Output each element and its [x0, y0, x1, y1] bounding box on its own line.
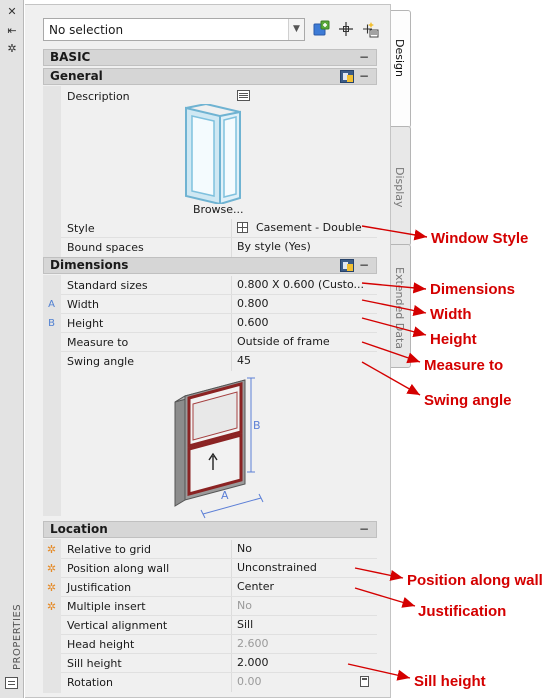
annotation-height: Height — [430, 331, 477, 348]
annotation-swing-angle: Swing angle — [424, 392, 512, 409]
annotation-width: Width — [430, 306, 472, 323]
annotation-sill-height: Sill height — [414, 673, 486, 690]
annotation-justification: Justification — [418, 603, 507, 620]
annotation-measure-to: Measure to — [424, 357, 504, 374]
annotation-window-style: Window Style — [431, 230, 529, 247]
annotation-position-along-wall: Position along wall — [407, 572, 543, 589]
annotation-dimensions: Dimensions — [430, 281, 516, 298]
annotation-arrows — [347, 225, 428, 681]
